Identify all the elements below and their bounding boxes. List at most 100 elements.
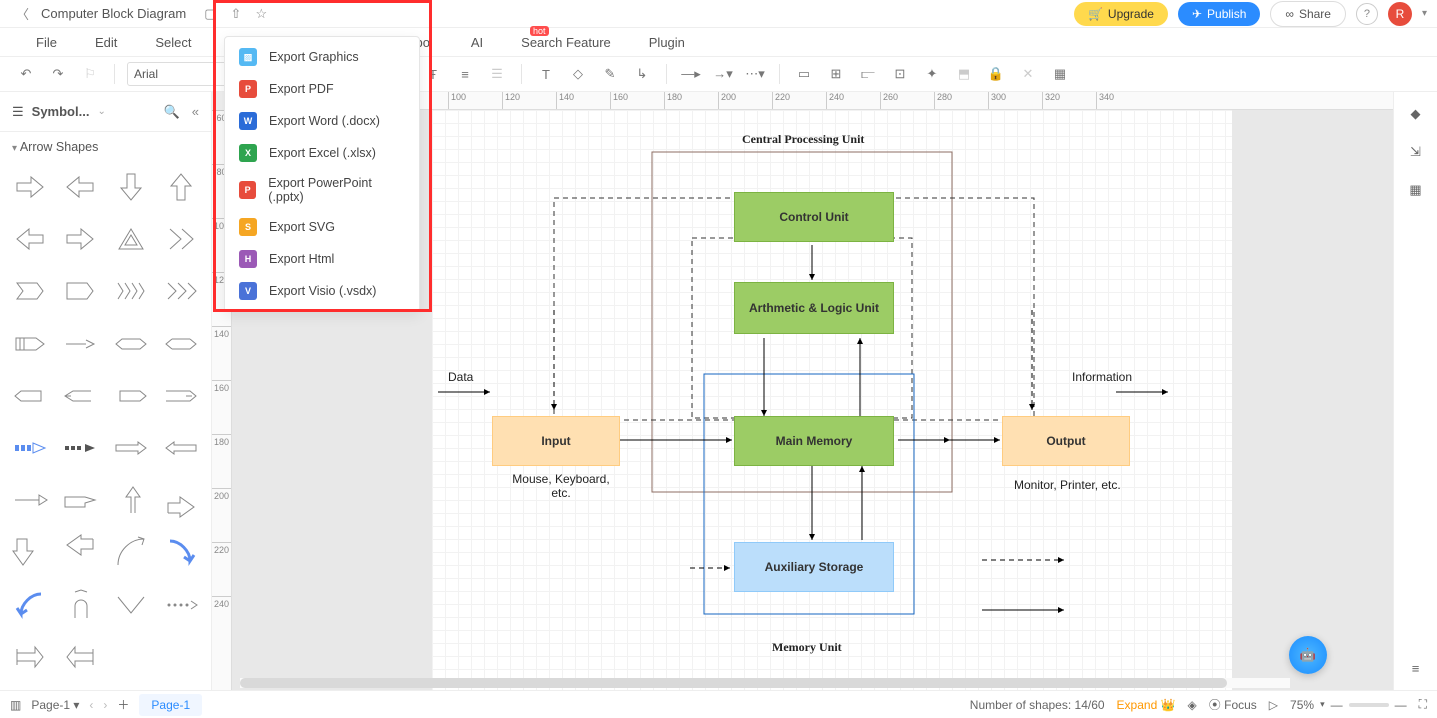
undo-icon[interactable]: ↶ (14, 62, 38, 86)
text-tool-icon[interactable]: T (534, 62, 558, 86)
text-highlight-icon[interactable]: Ŧ (421, 62, 445, 86)
block-input[interactable]: Input (492, 416, 620, 466)
zoom-out-icon[interactable]: — (1331, 698, 1343, 712)
table-icon[interactable]: ▦ (1048, 62, 1072, 86)
shape-arrow[interactable] (6, 636, 54, 678)
zoom-in-icon[interactable]: — (1395, 698, 1407, 712)
shape-arrow[interactable] (56, 375, 104, 417)
menu-select[interactable]: Select (137, 31, 209, 54)
shape-arrow[interactable] (157, 218, 205, 260)
shape-arrow[interactable] (56, 427, 104, 469)
zoom-slider[interactable] (1349, 703, 1389, 707)
page-canvas[interactable]: Central Processing Unit Control Unit Art… (432, 110, 1232, 690)
section-arrow-shapes[interactable]: Arrow Shapes (0, 132, 211, 162)
page-tab-1[interactable]: Page-1 (139, 694, 202, 716)
shape-arrow[interactable] (6, 218, 54, 260)
shape-arrow[interactable] (6, 584, 54, 626)
shape-arrow[interactable] (157, 375, 205, 417)
menu-ai[interactable]: AI (453, 31, 501, 54)
redo-icon[interactable]: ↷ (46, 62, 70, 86)
shape-arrow[interactable] (56, 636, 104, 678)
collapse-icon[interactable]: « (192, 104, 199, 120)
star-icon[interactable]: ☆ (255, 6, 267, 22)
shape-arrow[interactable] (107, 375, 155, 417)
shape-arrow[interactable] (157, 531, 205, 573)
shape-arrow[interactable] (6, 375, 54, 417)
fullscreen-icon[interactable]: ⛶ (1419, 697, 1427, 712)
export-pdf[interactable]: PExport PDF (225, 73, 419, 105)
avatar[interactable]: R (1388, 2, 1412, 26)
shape-arrow[interactable] (107, 479, 155, 521)
shape-arrow[interactable] (56, 218, 104, 260)
more-panel-icon[interactable]: ≡ (1412, 661, 1420, 676)
back-chevron[interactable]: 〈 (10, 4, 35, 23)
line-spacing-icon[interactable]: ☰ (485, 62, 509, 86)
presentation-icon[interactable]: ▷ (1269, 698, 1278, 712)
align-objects-icon[interactable]: ⫍ (856, 62, 880, 86)
grid-panel-icon[interactable]: ▦ (1409, 182, 1421, 198)
next-page-icon[interactable]: › (103, 698, 107, 712)
lock-icon[interactable]: 🔒 (984, 62, 1008, 86)
format-painter-icon[interactable]: ⚐ (78, 62, 102, 86)
connector-icon[interactable]: ↳ (630, 62, 654, 86)
label-memory-unit[interactable]: Memory Unit (772, 640, 842, 655)
label-information[interactable]: Information (1072, 370, 1132, 384)
shape-arrow[interactable] (157, 323, 205, 365)
publish-button[interactable]: ✈ Publish (1178, 2, 1260, 26)
page-selector[interactable]: Page-1 ▾ (31, 698, 79, 712)
shape-arrow[interactable] (56, 531, 104, 573)
zoom-value[interactable]: 75% (1290, 698, 1314, 712)
menu-plugin[interactable]: Plugin (631, 31, 703, 54)
menu-search-feature[interactable]: Search Feature (503, 31, 629, 54)
shape-arrow[interactable] (157, 479, 205, 521)
shape-arrow[interactable] (157, 584, 205, 626)
focus-toggle[interactable]: ⦿ Focus (1209, 696, 1257, 713)
pen-tool-icon[interactable]: ✎ (598, 62, 622, 86)
block-main-memory[interactable]: Main Memory (734, 416, 894, 466)
share-button[interactable]: ∞ Share (1270, 1, 1346, 27)
export-icon[interactable]: ⇧ (231, 6, 242, 22)
label-output-sub[interactable]: Monitor, Printer, etc. (1014, 478, 1121, 492)
layers-icon[interactable]: ▭ (792, 62, 816, 86)
export-excel[interactable]: XExport Excel (.xlsx) (225, 137, 419, 169)
shape-tool-icon[interactable]: ◇ (566, 62, 590, 86)
fill-panel-icon[interactable]: ◆ (1411, 106, 1421, 122)
crop-icon[interactable]: ⬒ (952, 62, 976, 86)
block-control-unit[interactable]: Control Unit (734, 192, 894, 242)
export-word[interactable]: WExport Word (.docx) (225, 105, 419, 137)
group-icon[interactable]: ⊞ (824, 62, 848, 86)
export-powerpoint[interactable]: PExport PowerPoint (.pptx) (225, 169, 419, 211)
block-output[interactable]: Output (1002, 416, 1130, 466)
shape-arrow[interactable] (56, 584, 104, 626)
export-svg[interactable]: SExport SVG (225, 211, 419, 243)
shape-arrow[interactable] (107, 584, 155, 626)
block-aux-storage[interactable]: Auxiliary Storage (734, 542, 894, 592)
shape-arrow[interactable] (107, 531, 155, 573)
shape-arrow[interactable] (6, 166, 54, 208)
prev-page-icon[interactable]: ‹ (89, 698, 93, 712)
layers-status-icon[interactable]: ◈ (1188, 698, 1197, 712)
label-cpu[interactable]: Central Processing Unit (742, 132, 864, 147)
expand-link[interactable]: Expand 👑 (1117, 698, 1176, 712)
shape-arrow[interactable] (107, 270, 155, 312)
label-input-sub[interactable]: Mouse, Keyboard, etc. (506, 472, 616, 500)
export-graphics[interactable]: ▨Export Graphics (225, 41, 419, 73)
shape-arrow[interactable] (6, 270, 54, 312)
shape-arrow[interactable] (6, 479, 54, 521)
shape-arrow[interactable] (107, 427, 155, 469)
chatbot-icon[interactable]: 🤖 (1289, 636, 1327, 674)
line-start-icon[interactable]: —▸ (679, 62, 703, 86)
shape-arrow[interactable] (107, 323, 155, 365)
shape-arrow[interactable] (56, 166, 104, 208)
shape-arrow[interactable] (157, 427, 205, 469)
line-end-icon[interactable]: →▾ (711, 62, 735, 86)
import-panel-icon[interactable]: ⇲ (1410, 144, 1421, 160)
effects-icon[interactable]: ✦ (920, 62, 944, 86)
distribute-icon[interactable]: ⊡ (888, 62, 912, 86)
shape-arrow[interactable] (56, 270, 104, 312)
avatar-chevron[interactable]: ▾ (1422, 8, 1427, 19)
export-visio[interactable]: VExport Visio (.vsdx) (225, 275, 419, 307)
upgrade-button[interactable]: 🛒 Upgrade (1074, 2, 1168, 26)
shape-arrow[interactable] (107, 218, 155, 260)
shape-arrow[interactable] (6, 427, 54, 469)
